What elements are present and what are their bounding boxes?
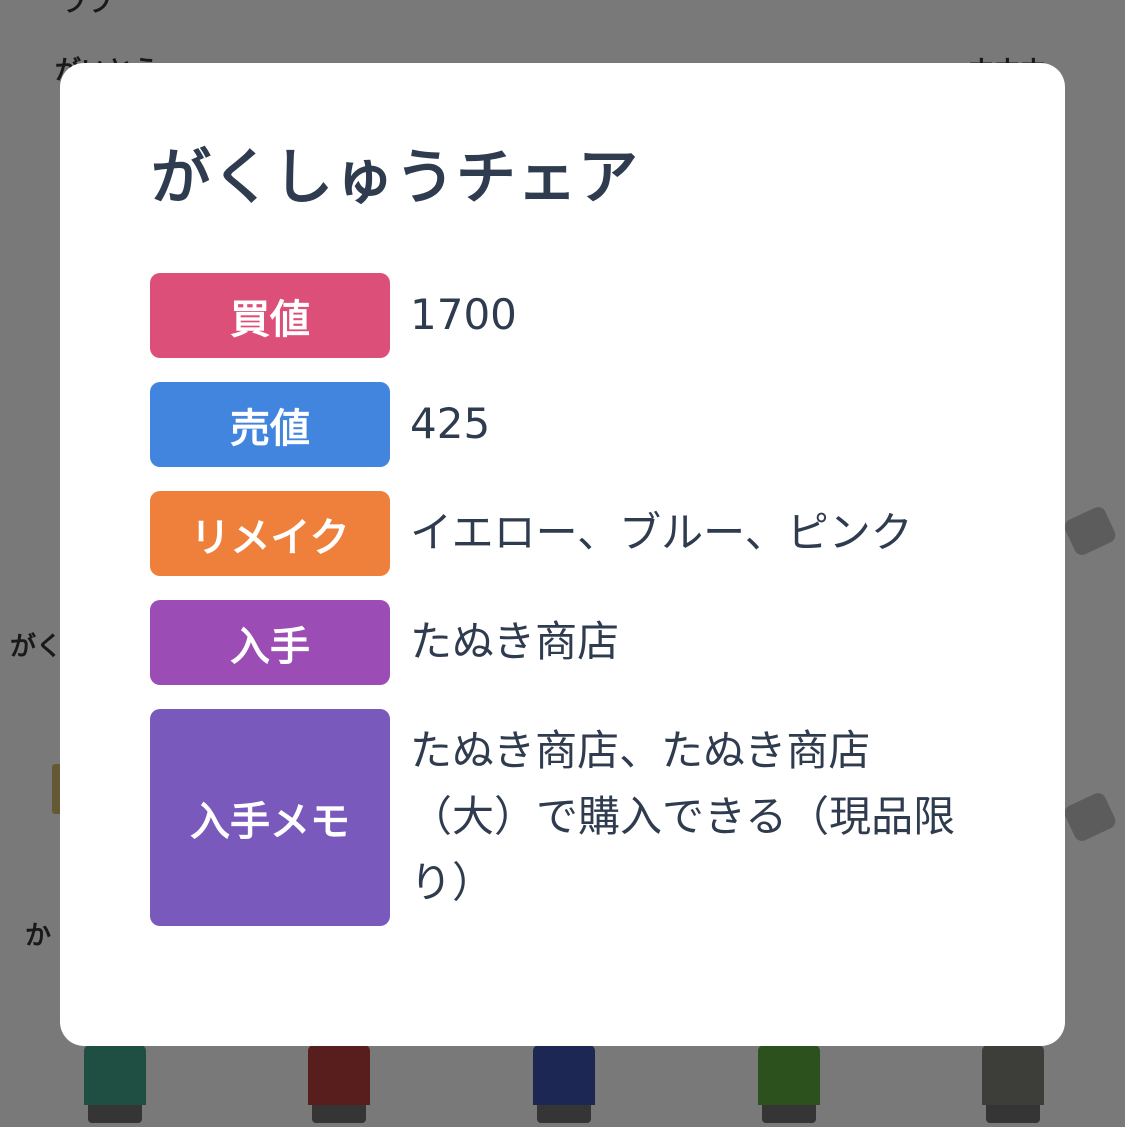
detail-row-sell-price: 売値 425	[150, 382, 980, 467]
sell-price-label: 売値	[150, 382, 390, 467]
source-label: 入手	[150, 600, 390, 685]
buy-price-label: 買値	[150, 273, 390, 358]
detail-row-remake: リメイク イエロー、ブルー、ピンク	[150, 491, 980, 576]
app-page: ララ がいとう ホホホ がく か がくしゅうチェア 買値 1700 売値 425…	[0, 0, 1125, 1127]
source-note-value: たぬき商店、たぬき商店（大）で購入できる（現品限り）	[410, 726, 956, 907]
detail-row-source-note: 入手メモ たぬき商店、たぬき商店（大）で購入できる（現品限り）	[150, 709, 980, 926]
source-note-label: 入手メモ	[150, 709, 390, 926]
buy-price-value: 1700	[410, 290, 517, 339]
remake-value: イエロー、ブルー、ピンク	[410, 508, 913, 557]
remake-label: リメイク	[150, 491, 390, 576]
detail-row-buy-price: 買値 1700	[150, 273, 980, 358]
detail-row-source: 入手 たぬき商店	[150, 600, 980, 685]
item-detail-modal: がくしゅうチェア 買値 1700 売値 425 リメイク イエロー、ブルー、ピン…	[60, 63, 1065, 1046]
item-title: がくしゅうチェア	[151, 143, 639, 213]
sell-price-value: 425	[410, 399, 491, 448]
item-detail-list: 買値 1700 売値 425 リメイク イエロー、ブルー、ピンク 入手 たぬき商…	[150, 273, 980, 950]
source-value: たぬき商店	[410, 617, 620, 666]
